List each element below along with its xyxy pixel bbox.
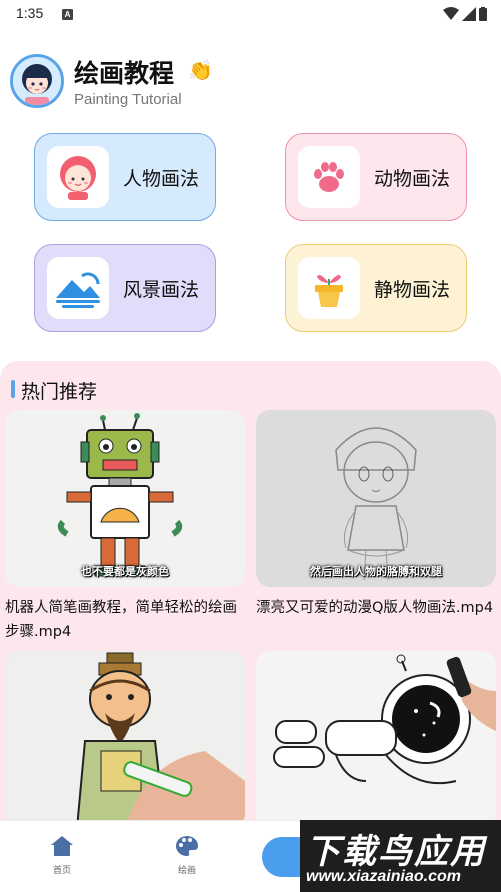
video-title[interactable]: 漂亮又可爱的动漫Q版人物画法.mp4 <box>256 596 496 620</box>
category-icon-box <box>298 146 360 208</box>
paw-icon <box>314 162 344 192</box>
status-icons <box>443 7 487 21</box>
signal-icon <box>462 7 476 21</box>
category-label: 风景画法 <box>123 279 200 301</box>
nav-home-label: 首页 <box>52 866 71 876</box>
category-label: 人物画法 <box>123 168 200 190</box>
plant-pot-icon <box>315 275 343 307</box>
clap-emoji-icon: 👏 <box>188 58 213 82</box>
status-time: 1:35 <box>16 5 44 21</box>
video-caption: 然后画出人物的胳膊和双腿 <box>310 565 442 578</box>
app-title: 绘画教程 <box>74 59 175 88</box>
section-accent-bar <box>11 380 15 398</box>
hot-section: 热门推荐 也不要都是灰颜色 机器人简笔画教程，简单轻松的绘画步骤.mp4 然后画… <box>0 361 501 892</box>
historical-figure-drawing-image <box>75 652 245 828</box>
avatar[interactable] <box>10 54 64 108</box>
video-thumbnail[interactable] <box>256 651 496 828</box>
robot-drawing-image <box>57 413 183 577</box>
category-card-people[interactable]: 人物画法 <box>34 133 216 221</box>
watermark-url: www.xiazainiao.com <box>306 868 462 885</box>
watermark-logo: 下载鸟应用 www.xiazainiao.com <box>300 820 501 892</box>
mountain-icon <box>56 272 100 308</box>
battery-icon <box>479 7 487 21</box>
category-card-still-life[interactable]: 静物画法 <box>285 244 467 332</box>
category-icon-box <box>47 146 109 208</box>
app-subtitle: Painting Tutorial <box>74 91 182 108</box>
category-icon-box <box>298 257 360 319</box>
nav-paint-label: 绘画 <box>177 866 196 876</box>
home-icon <box>51 836 73 856</box>
nav-paint[interactable]: 绘画 <box>157 835 217 876</box>
category-card-animal[interactable]: 动物画法 <box>285 133 467 221</box>
video-title[interactable]: 机器人简笔画教程，简单轻松的绘画步骤.mp4 <box>5 596 245 644</box>
notification-icon: A <box>62 9 73 20</box>
girl-avatar-icon <box>13 57 61 105</box>
video-thumbnail[interactable]: 然后画出人物的胳膊和双腿 <box>256 410 496 587</box>
app-header: 绘画教程 👏 Painting Tutorial <box>10 54 310 110</box>
anime-girl-sketch-image <box>335 427 417 581</box>
video-caption: 也不要都是灰颜色 <box>81 565 169 578</box>
wifi-icon <box>443 7 459 20</box>
section-title: 热门推荐 <box>21 381 98 403</box>
watermark-text: 下载鸟应用 <box>306 832 486 872</box>
nav-home[interactable]: 首页 <box>32 835 92 876</box>
category-icon-box <box>47 257 109 319</box>
video-thumbnail[interactable]: 也不要都是灰颜色 <box>5 410 245 587</box>
category-label: 静物画法 <box>374 279 451 301</box>
category-label: 动物画法 <box>374 168 451 190</box>
status-bar: 1:35 A <box>0 0 501 30</box>
girl-face-icon <box>60 156 96 200</box>
category-card-scenery[interactable]: 风景画法 <box>34 244 216 332</box>
astronaut-drawing-image <box>273 654 496 785</box>
video-thumbnail[interactable] <box>5 651 245 828</box>
palette-icon <box>176 836 198 856</box>
